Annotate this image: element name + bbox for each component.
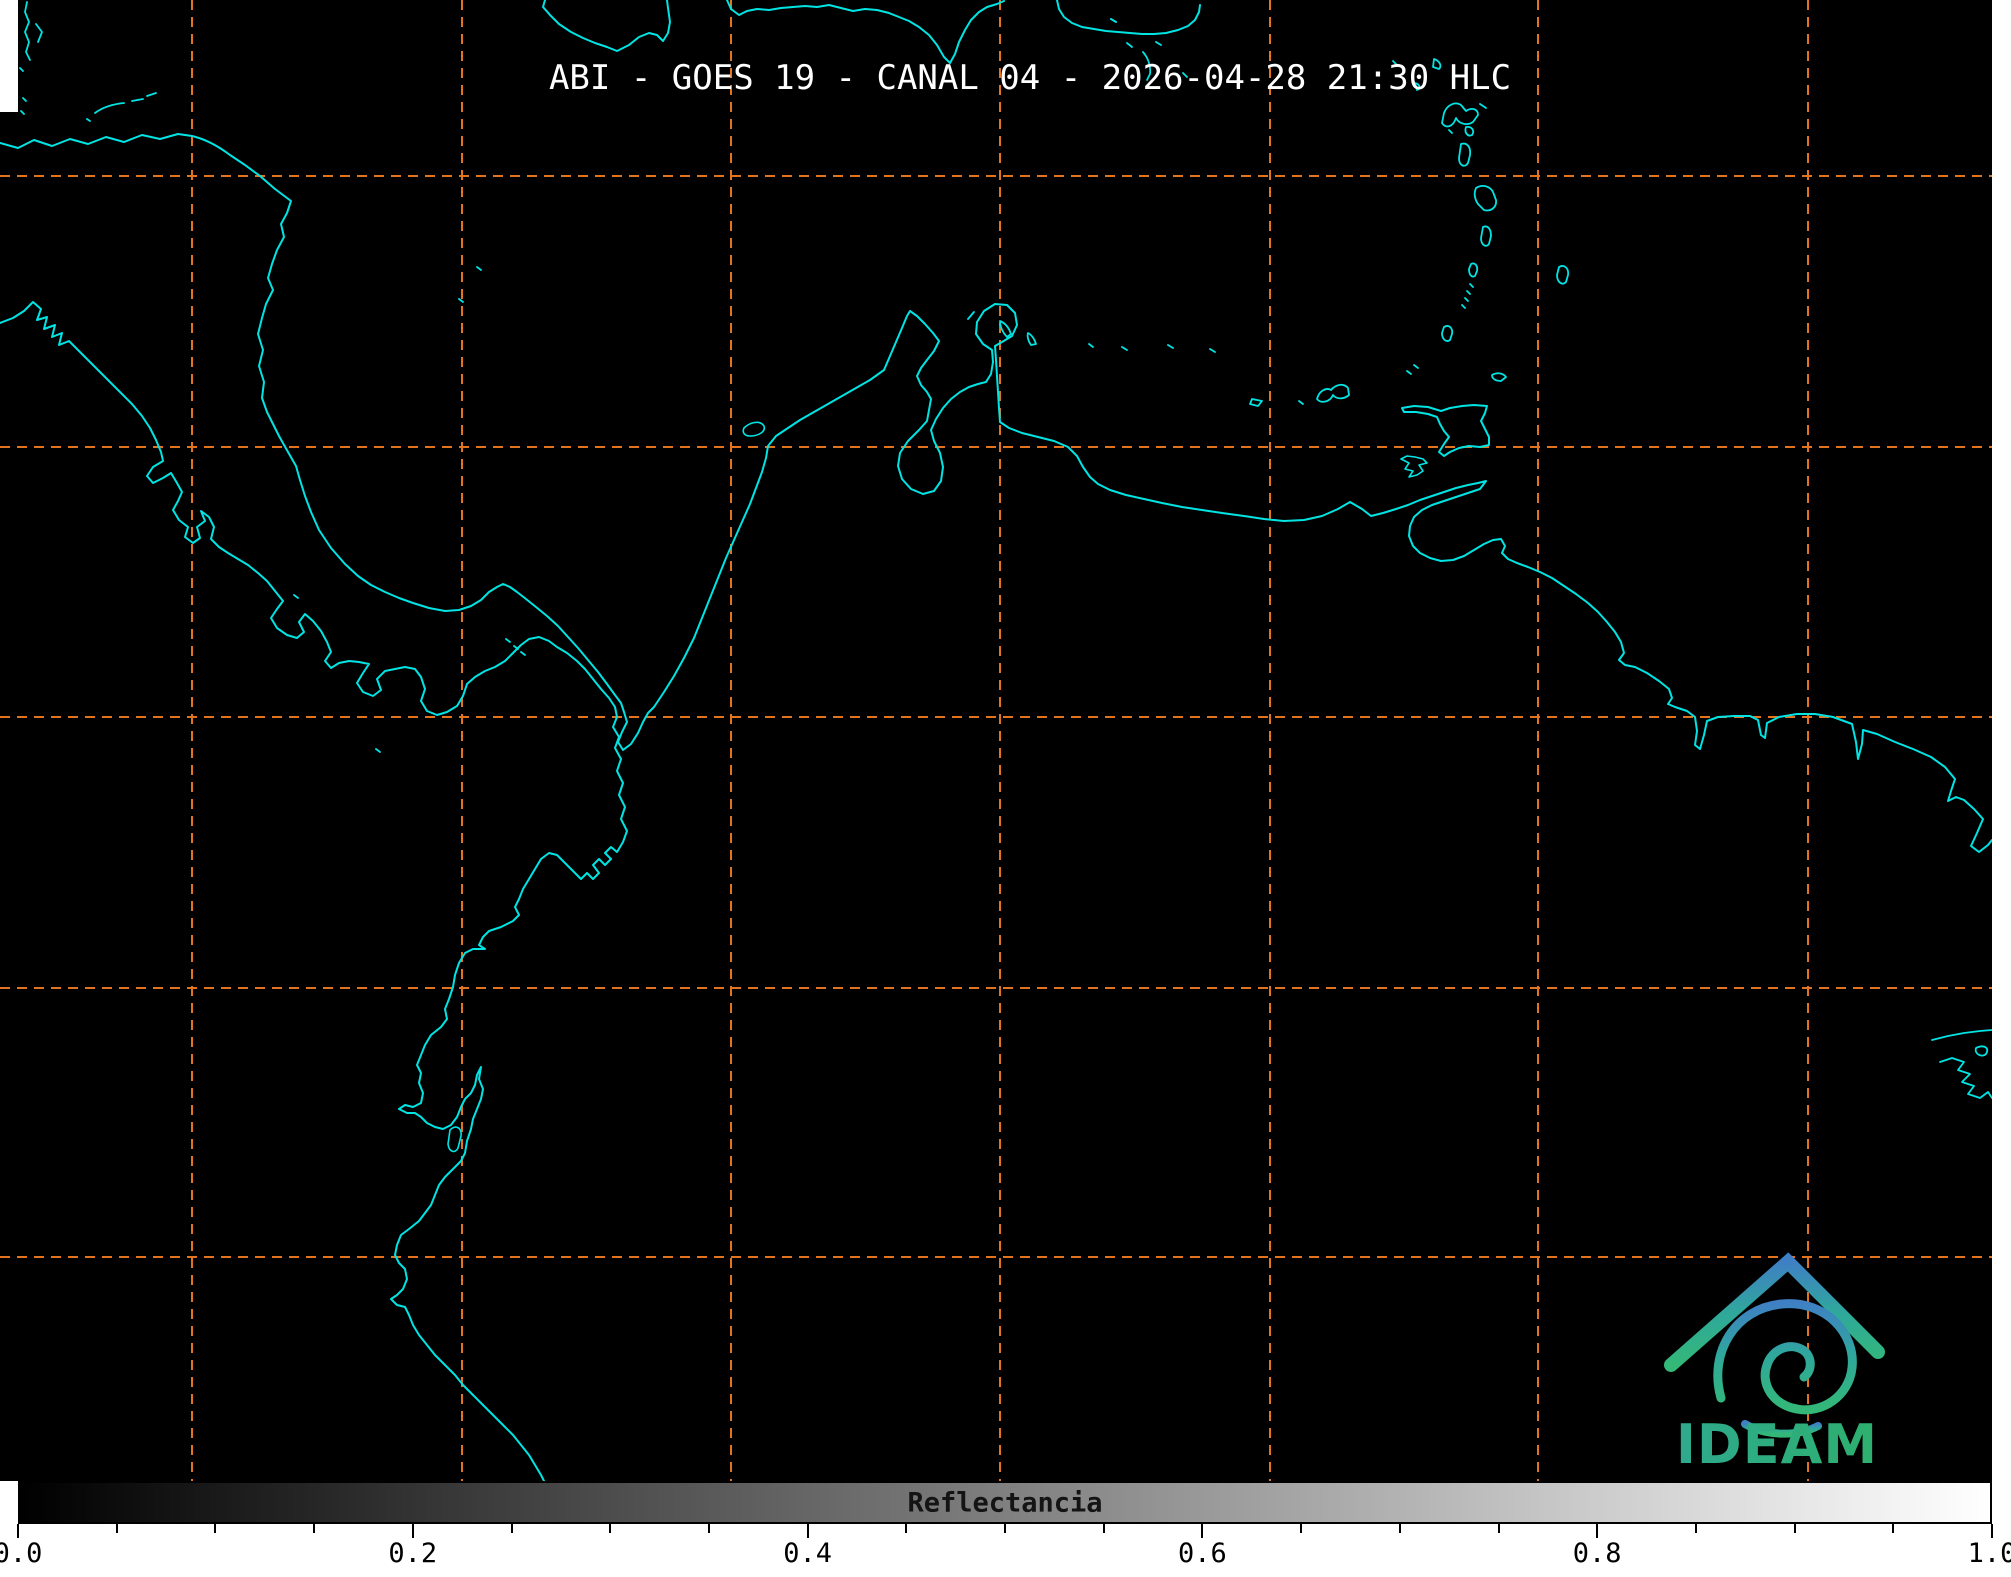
colorbar-major-tick bbox=[1596, 1524, 1598, 1538]
colorbar-minor-tick bbox=[1695, 1524, 1697, 1533]
colorbar-tick-label: 0.0 bbox=[0, 1538, 42, 1569]
colorbar-minor-tick bbox=[116, 1524, 118, 1533]
colorbar-major-tick bbox=[412, 1524, 414, 1538]
coastline-pacific-mainland bbox=[0, 302, 627, 1481]
coast-amazon-fragment bbox=[1932, 1030, 1992, 1098]
colorbar-label: Reflectancia bbox=[907, 1487, 1102, 1518]
colorbar-minor-tick bbox=[313, 1524, 315, 1533]
coastline-caribbean-mainland bbox=[0, 134, 1992, 852]
colorbar-minor-tick bbox=[1498, 1524, 1500, 1533]
colorbar-minor-tick bbox=[609, 1524, 611, 1533]
figure-margin-right bbox=[1992, 0, 2011, 1481]
colorbar-minor-tick bbox=[1300, 1524, 1302, 1533]
colorbar-tick-label: 0.6 bbox=[1178, 1538, 1227, 1569]
product-title: ABI - GOES 19 - CANAL 04 - 2026-04-28 21… bbox=[549, 58, 1511, 98]
colorbar-tick-label: 0.8 bbox=[1573, 1538, 1622, 1569]
colorbar-minor-tick bbox=[1103, 1524, 1105, 1533]
island-trinidad bbox=[1402, 405, 1489, 456]
lagoon-santa-marta bbox=[743, 422, 764, 436]
colorbar-tick-label: 1.0 bbox=[1968, 1538, 2011, 1569]
colorbar-minor-tick bbox=[1004, 1524, 1006, 1533]
islands-venezuela-offshore bbox=[968, 312, 1349, 406]
colorbar-major-tick bbox=[1201, 1524, 1203, 1538]
colorbar-minor-tick bbox=[1794, 1524, 1796, 1533]
colorbar-gradient: Reflectancia bbox=[18, 1481, 1992, 1524]
ideam-logo: IDEAM bbox=[1640, 1238, 1920, 1478]
satellite-product-view: ABI - GOES 19 - CANAL 04 - 2026-04-28 21… bbox=[0, 0, 2011, 1577]
colorbar-tick-label: 0.4 bbox=[783, 1538, 832, 1569]
island-puna bbox=[448, 1127, 461, 1151]
colorbar-minor-tick bbox=[511, 1524, 513, 1533]
coast-gulf-of-paria bbox=[1401, 456, 1427, 477]
colorbar-tick-label: 0.2 bbox=[388, 1538, 437, 1569]
figure-margin-top-left bbox=[0, 0, 18, 112]
logo-wordmark: IDEAM bbox=[1676, 1413, 1878, 1476]
colorbar-minor-tick bbox=[1399, 1524, 1401, 1533]
logo-swirl-icon bbox=[1718, 1304, 1853, 1410]
colorbar-major-tick bbox=[1991, 1524, 1993, 1538]
satellite-map: ABI - GOES 19 - CANAL 04 - 2026-04-28 21… bbox=[0, 0, 2011, 1481]
islands-small-west bbox=[20, 2, 525, 752]
colorbar-minor-tick bbox=[1892, 1524, 1894, 1533]
colorbar-major-tick bbox=[17, 1524, 19, 1538]
colorbar-minor-tick bbox=[708, 1524, 710, 1533]
colorbar-minor-tick bbox=[905, 1524, 907, 1533]
colorbar-major-tick bbox=[807, 1524, 809, 1538]
colorbar-ticks bbox=[0, 1524, 2011, 1542]
colorbar-minor-tick bbox=[214, 1524, 216, 1533]
colorbar-region: Reflectancia 0.0 0.2 0.4 0.6 0.8 1.0 bbox=[0, 1481, 2011, 1577]
islands-greater-antilles bbox=[543, 0, 1200, 63]
